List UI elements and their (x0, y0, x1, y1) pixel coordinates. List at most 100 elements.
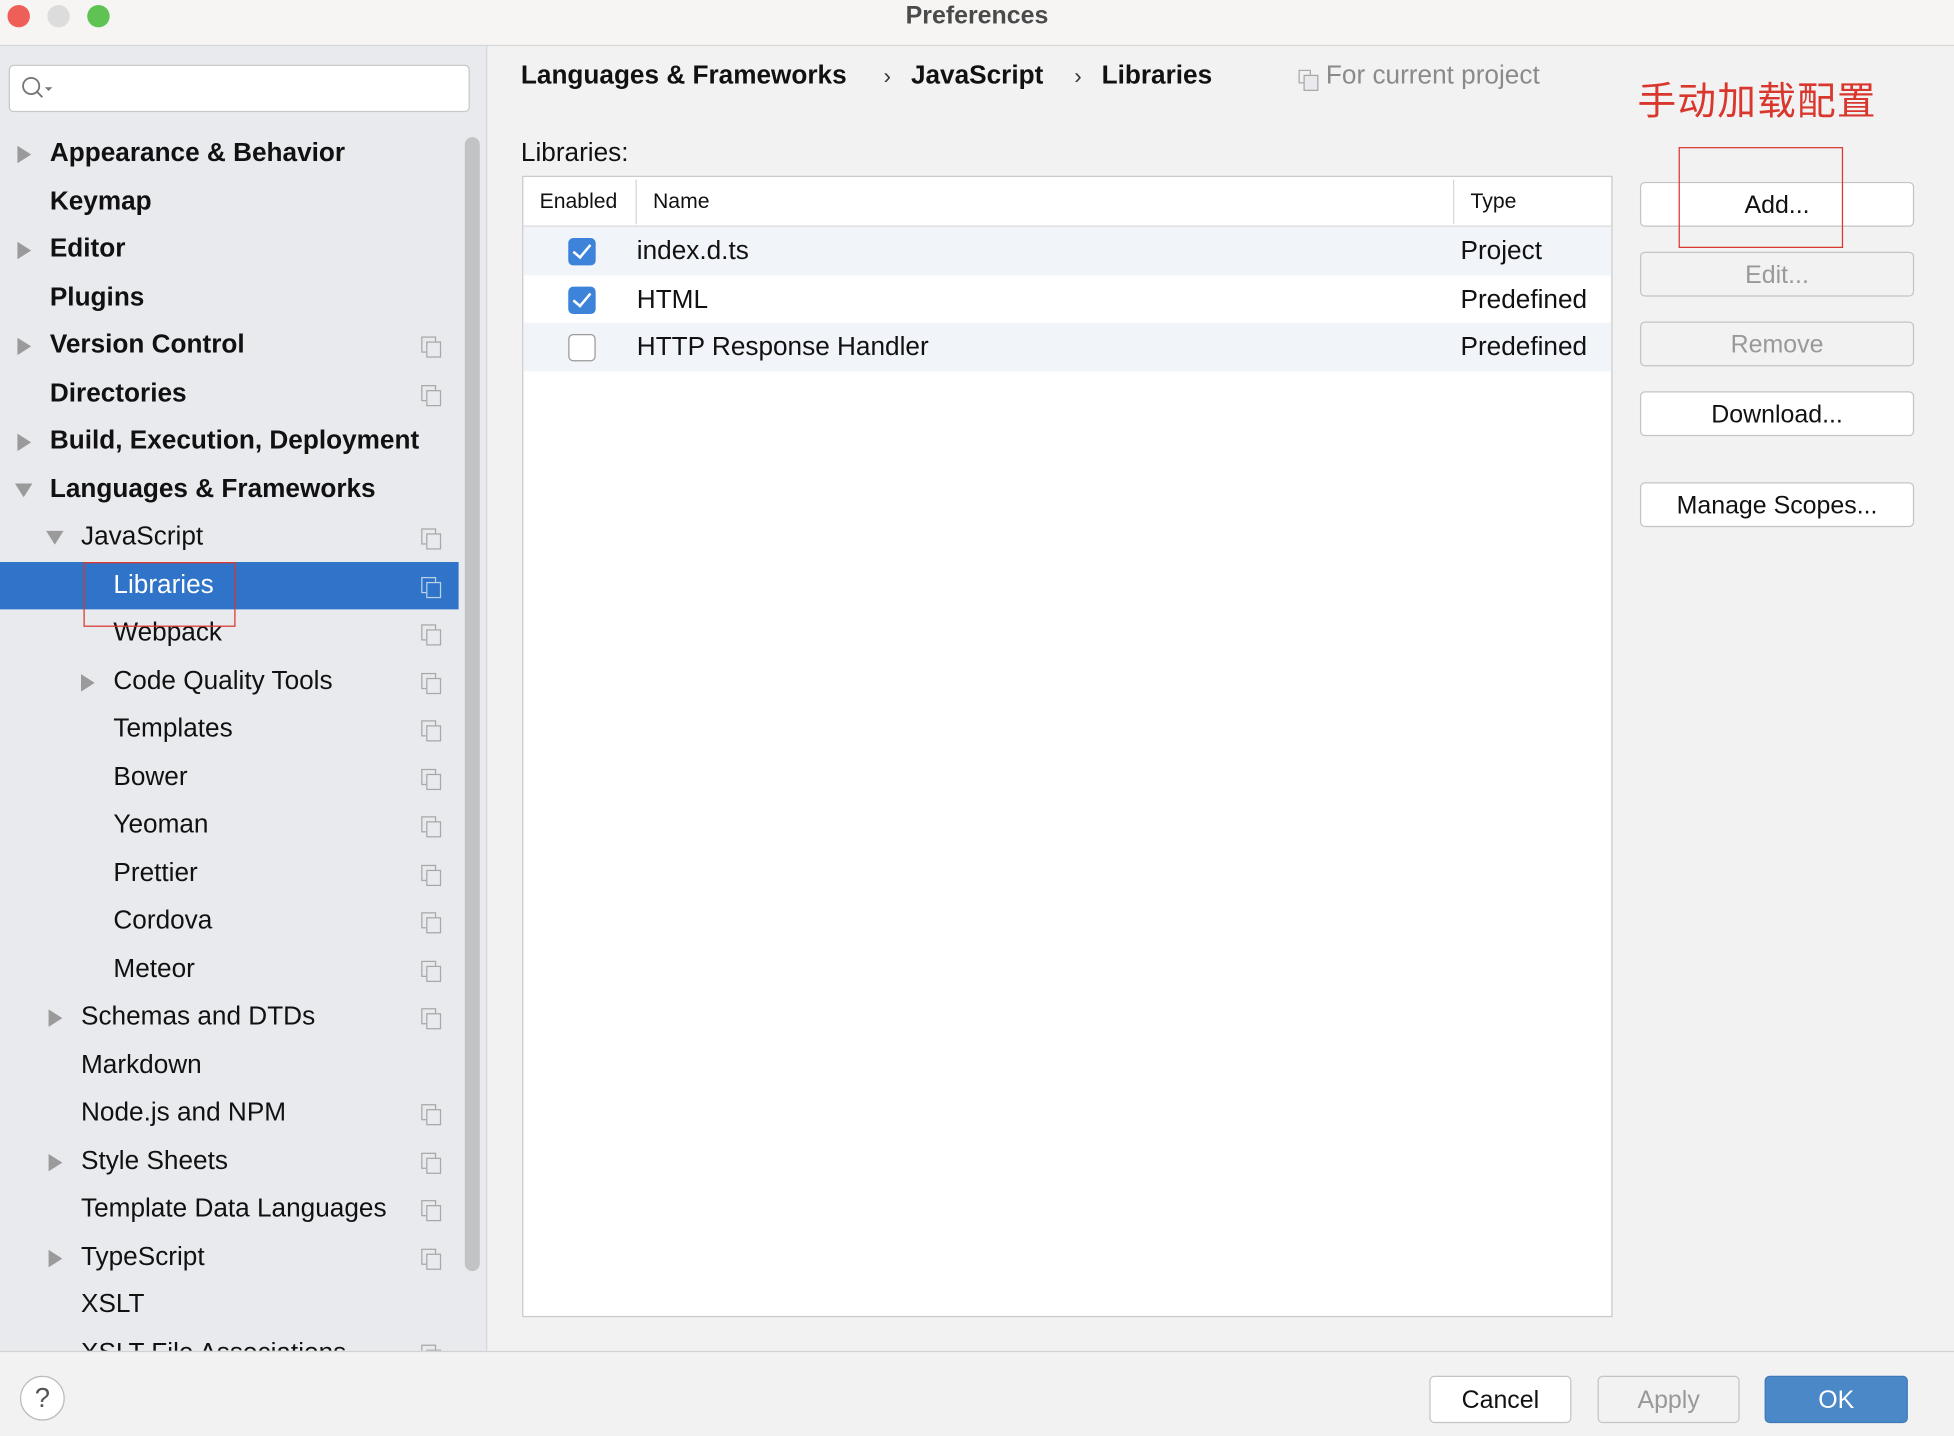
column-header-type[interactable]: Type (1470, 189, 1516, 214)
window-title: Preferences (905, 2, 1049, 30)
sidebar-item-plugins[interactable]: Plugins (0, 274, 459, 321)
sidebar-item-yeoman[interactable]: Yeoman (0, 801, 459, 848)
sidebar-item-xslt[interactable]: XSLT (0, 1281, 459, 1328)
chevron-right-icon[interactable] (48, 1249, 63, 1267)
sidebar-item-label: Code Quality Tools (113, 666, 333, 695)
chevron-right-icon[interactable] (17, 433, 32, 452)
settings-search-input[interactable] (8, 64, 470, 113)
scope-indicator: For current project (1298, 61, 1540, 91)
table-header: Enabled Name Type (523, 177, 1612, 227)
sidebar-item-label: Version Control (49, 330, 245, 359)
sidebar-item-label: Style Sheets (81, 1145, 228, 1175)
sidebar-scrollbar[interactable] (464, 137, 480, 1272)
apply-button[interactable]: Apply (1597, 1375, 1740, 1424)
breadcrumb-languages-frameworks[interactable]: Languages & Frameworks (521, 61, 847, 91)
project-scope-icon (421, 1152, 442, 1174)
sidebar-item-label: Build, Execution, Deployment (49, 426, 420, 455)
sidebar-item-label: Keymap (49, 186, 152, 215)
project-scope-icon (421, 576, 442, 598)
sidebar-item-template-data-languages[interactable]: Template Data Languages (0, 1185, 459, 1232)
library-type: Predefined (1460, 332, 1588, 362)
project-scope-icon (421, 1104, 442, 1126)
enabled-checkbox[interactable] (568, 238, 596, 266)
dialog-footer: ? Cancel Apply OK (0, 1350, 1954, 1436)
sidebar-item-javascript[interactable]: JavaScript (0, 513, 459, 560)
sidebar-item-templates[interactable]: Templates (0, 705, 459, 752)
library-name: index.d.ts (636, 236, 749, 266)
highlight-box-add (1678, 147, 1844, 248)
ok-button[interactable]: OK (1764, 1375, 1908, 1424)
sidebar-item-label: Plugins (49, 282, 145, 311)
search-icon (22, 76, 53, 98)
enabled-checkbox[interactable] (568, 285, 596, 314)
sidebar-item-code-quality-tools[interactable]: Code Quality Tools (0, 657, 459, 704)
sidebar-item-label: Templates (113, 714, 233, 743)
sidebar-item-node-js-and-npm[interactable]: Node.js and NPM (0, 1089, 459, 1136)
highlight-box-libraries (83, 562, 236, 627)
table-row[interactable]: index.d.ts Project (523, 226, 1612, 276)
chevron-right-icon[interactable] (48, 1153, 63, 1171)
library-name: HTML (636, 284, 709, 314)
sidebar-item-cordova[interactable]: Cordova (0, 897, 459, 944)
sidebar-item-schemas-and-dtds[interactable]: Schemas and DTDs (0, 993, 459, 1040)
column-header-enabled[interactable]: Enabled (540, 189, 618, 214)
edit-button[interactable]: Edit... (1639, 251, 1915, 297)
project-scope-icon (421, 1200, 442, 1222)
sidebar-item-bower[interactable]: Bower (0, 753, 459, 800)
chevron-right-icon[interactable] (48, 1009, 63, 1027)
sidebar-item-typescript[interactable]: TypeScript (0, 1233, 459, 1280)
sidebar-item-languages-frameworks[interactable]: Languages & Frameworks (0, 465, 459, 512)
project-scope-icon (421, 768, 442, 790)
sidebar-item-build-execution-deployment[interactable]: Build, Execution, Deployment (0, 417, 459, 464)
chevron-right-icon[interactable] (81, 673, 95, 692)
sidebar-item-style-sheets[interactable]: Style Sheets (0, 1137, 459, 1184)
scope-label: For current project (1325, 61, 1540, 90)
breadcrumb-separator: › (883, 63, 892, 89)
project-scope-icon (421, 864, 442, 886)
project-scope-icon (421, 384, 442, 406)
sidebar-item-label: JavaScript (81, 522, 204, 551)
project-scope-icon (421, 960, 442, 982)
library-type: Project (1460, 236, 1542, 266)
chevron-down-icon[interactable] (14, 482, 33, 497)
sidebar-item-version-control[interactable]: Version Control (0, 322, 459, 369)
sidebar-item-directories[interactable]: Directories (0, 369, 459, 416)
project-scope-icon (421, 528, 442, 550)
sidebar-item-label: Yeoman (113, 810, 209, 839)
chevron-right-icon[interactable] (17, 241, 32, 260)
sidebar-item-meteor[interactable]: Meteor (0, 945, 459, 992)
sidebar-item-label: Appearance & Behavior (49, 138, 346, 167)
download-button[interactable]: Download... (1639, 391, 1915, 437)
table-row[interactable]: HTTP Response Handler Predefined (523, 322, 1612, 372)
column-divider[interactable] (635, 179, 637, 225)
sidebar-item-label: Directories (49, 378, 187, 407)
sidebar-item-prettier[interactable]: Prettier (0, 849, 459, 896)
table-row[interactable]: HTML Predefined (523, 275, 1611, 324)
column-divider[interactable] (1453, 179, 1455, 225)
sidebar-item-label: Languages & Frameworks (49, 474, 376, 503)
remove-button[interactable]: Remove (1639, 321, 1915, 367)
project-scope-icon (421, 624, 442, 646)
column-header-name[interactable]: Name (653, 189, 710, 214)
sidebar-item-markdown[interactable]: Markdown (0, 1041, 459, 1088)
enabled-checkbox[interactable] (568, 333, 596, 362)
sidebar-item-label: Markdown (81, 1049, 202, 1079)
sidebar-item-appearance-behavior[interactable]: Appearance & Behavior (0, 130, 459, 177)
sidebar-item-keymap[interactable]: Keymap (0, 178, 459, 225)
chevron-right-icon[interactable] (17, 145, 32, 164)
project-scope-icon (421, 336, 442, 358)
sidebar-item-editor[interactable]: Editor (0, 226, 459, 273)
library-type: Predefined (1460, 284, 1588, 314)
project-scope-icon (421, 1008, 442, 1030)
breadcrumb-javascript[interactable]: JavaScript (911, 61, 1043, 91)
project-scope-icon (421, 816, 442, 838)
sidebar-item-label: Meteor (113, 953, 195, 983)
chevron-right-icon[interactable] (17, 337, 32, 356)
sidebar-item-xslt-file-associations[interactable]: XSLT File Associations (0, 1329, 459, 1351)
help-button[interactable]: ? (19, 1375, 65, 1421)
manage-scopes-button[interactable]: Manage Scopes... (1639, 482, 1915, 528)
cancel-button[interactable]: Cancel (1429, 1375, 1572, 1424)
chevron-down-icon[interactable] (46, 530, 64, 545)
library-name: HTTP Response Handler (636, 332, 929, 362)
sidebar-item-label: Prettier (113, 857, 198, 887)
